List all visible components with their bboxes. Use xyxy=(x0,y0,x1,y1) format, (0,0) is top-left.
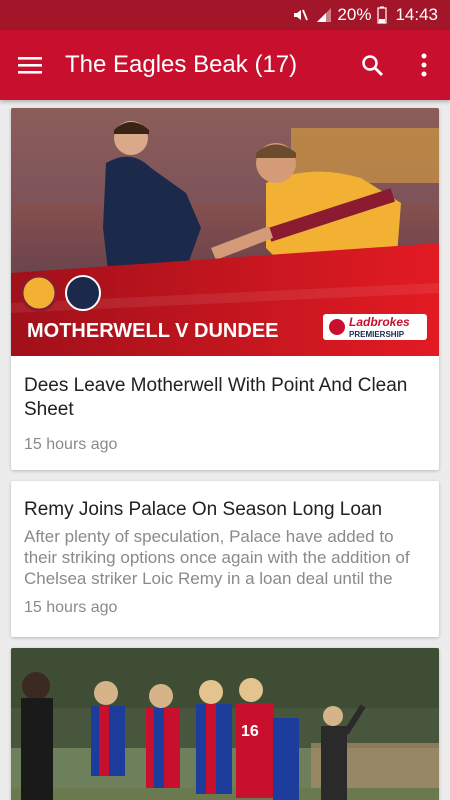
article-card[interactable]: Remy Joins Palace On Season Long Loan Af… xyxy=(11,481,439,637)
article-time: 15 hours ago xyxy=(24,436,118,453)
sponsor-sub: PREMIERSHIP xyxy=(349,330,405,339)
search-icon xyxy=(362,55,383,76)
article-card[interactable]: 16 xyxy=(11,648,439,800)
search-button[interactable] xyxy=(346,30,398,100)
article-list[interactable]: 30 MOTHERWELL V DUNDEE Ladbrokes PREMIER… xyxy=(0,100,450,800)
more-vert-icon xyxy=(421,53,427,77)
article-time: 15 hours ago xyxy=(24,599,118,616)
battery-percent: 20% xyxy=(337,5,372,24)
article-title: Remy Joins Palace On Season Long Loan xyxy=(24,499,383,520)
article-image: 16 xyxy=(11,648,439,800)
app-bar: The Eagles Beak (17) xyxy=(0,30,450,100)
sponsor-name: Ladbrokes xyxy=(349,315,410,329)
menu-button[interactable] xyxy=(0,30,60,100)
page-title: The Eagles Beak (17) xyxy=(65,51,298,78)
article-image: 30 MOTHERWELL V DUNDEE Ladbrokes PREMIER… xyxy=(11,108,439,356)
status-bar: 20% 14:43 xyxy=(0,0,450,30)
mute-icon xyxy=(291,6,309,24)
article-excerpt: After plenty of speculation, Palace have… xyxy=(24,527,410,588)
article-card[interactable]: 30 MOTHERWELL V DUNDEE Ladbrokes PREMIER… xyxy=(11,108,439,470)
battery-icon xyxy=(377,6,388,24)
menu-icon xyxy=(18,57,42,74)
signal-icon xyxy=(315,6,333,24)
clock: 14:43 xyxy=(395,5,438,24)
article-title: Dees Leave Motherwell With Point And Cle… xyxy=(24,375,408,420)
image-caption: MOTHERWELL V DUNDEE xyxy=(27,320,279,342)
overflow-menu-button[interactable] xyxy=(398,30,450,100)
svg-text:16: 16 xyxy=(241,723,259,740)
